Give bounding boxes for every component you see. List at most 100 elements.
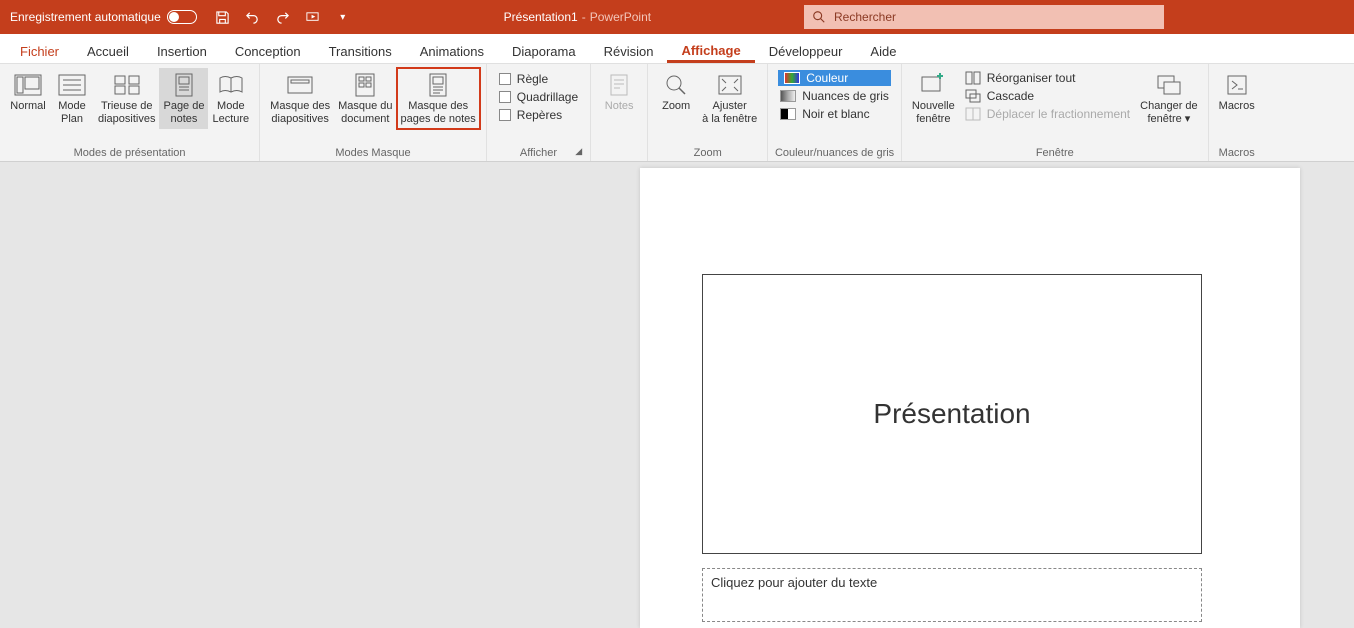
notes-page-button[interactable]: Page de notes (159, 68, 208, 129)
ribbon: Normal Mode Plan Trieuse de diapositives… (0, 64, 1354, 162)
notes-master-label: Masque des pages de notes (401, 100, 476, 125)
reading-view-label: Mode Lecture (212, 100, 249, 125)
undo-icon[interactable] (245, 9, 261, 25)
tab-insert[interactable]: Insertion (143, 38, 221, 63)
switch-windows-button[interactable]: Changer de fenêtre ▾ (1136, 68, 1202, 129)
zoom-button[interactable]: Zoom (654, 68, 698, 117)
window-title: Présentation1 - PowerPoint (351, 10, 804, 24)
notes-button: Notes (597, 68, 641, 117)
group-window: Nouvelle fenêtre Réorganiser tout Cascad… (902, 64, 1209, 161)
handout-master-button[interactable]: Masque du document (334, 68, 396, 129)
tab-review[interactable]: Révision (590, 38, 668, 63)
notes-page[interactable]: Présentation Cliquez pour ajouter du tex… (640, 168, 1300, 628)
group-presentation-views: Normal Mode Plan Trieuse de diapositives… (0, 64, 260, 161)
group-label-zoom: Zoom (654, 145, 761, 159)
ruler-checkbox[interactable]: Règle (499, 72, 578, 86)
bw-swatch-icon (780, 108, 796, 120)
macros-label: Macros (1219, 100, 1255, 113)
arrange-all-label: Réorganiser tout (987, 71, 1076, 85)
checkbox-icon (499, 91, 511, 103)
search-box[interactable]: Rechercher (804, 5, 1164, 29)
notes-page-label: Page de notes (163, 100, 204, 125)
dialog-launcher-icon[interactable]: ◢ (575, 146, 582, 157)
handout-master-icon (349, 72, 381, 98)
group-label-macros: Macros (1215, 145, 1259, 159)
outline-view-button[interactable]: Mode Plan (50, 68, 94, 129)
tab-developer[interactable]: Développeur (755, 38, 857, 63)
slide-sorter-button[interactable]: Trieuse de diapositives (94, 68, 159, 129)
slide-master-button[interactable]: Masque des diapositives (266, 68, 334, 129)
arrange-all-icon (965, 71, 981, 85)
notes-master-button[interactable]: Masque des pages de notes (397, 68, 480, 129)
handout-master-label: Masque du document (338, 100, 392, 125)
group-zoom: Zoom Ajuster à la fenêtre Zoom (648, 64, 768, 161)
cascade-icon (965, 89, 981, 103)
grayscale-button[interactable]: Nuances de gris (778, 88, 891, 104)
normal-view-button[interactable]: Normal (6, 68, 50, 117)
macros-icon (1221, 72, 1253, 98)
guides-checkbox[interactable]: Repères (499, 108, 578, 122)
ribbon-tabs: Fichier Accueil Insertion Conception Tra… (0, 34, 1354, 64)
fit-to-window-button[interactable]: Ajuster à la fenêtre (698, 68, 761, 129)
group-notes: Notes (591, 64, 648, 161)
title-bar: Enregistrement automatique ▾ Présentatio… (0, 0, 1354, 34)
arrange-all-button[interactable]: Réorganiser tout (963, 70, 1132, 86)
move-split-icon (965, 107, 981, 121)
reading-view-icon (215, 72, 247, 98)
notes-text-placeholder[interactable]: Cliquez pour ajouter du texte (702, 568, 1202, 622)
new-window-button[interactable]: Nouvelle fenêtre (908, 68, 959, 129)
search-placeholder: Rechercher (834, 10, 896, 24)
checkbox-icon (499, 109, 511, 121)
macros-button[interactable]: Macros (1215, 68, 1259, 117)
qat-more-icon[interactable]: ▾ (335, 9, 351, 25)
gridlines-label: Quadrillage (517, 90, 578, 104)
tab-home[interactable]: Accueil (73, 38, 143, 63)
document-name: Présentation1 (504, 10, 578, 24)
tab-help[interactable]: Aide (856, 38, 910, 63)
autosave-toggle[interactable]: Enregistrement automatique (10, 10, 197, 24)
group-macros: Macros Macros (1209, 64, 1265, 161)
cascade-button[interactable]: Cascade (963, 88, 1132, 104)
group-label-presentation-views: Modes de présentation (6, 145, 253, 159)
new-window-label: Nouvelle fenêtre (912, 100, 955, 125)
outline-view-label: Mode Plan (58, 100, 86, 125)
toggle-switch-icon (167, 10, 197, 24)
zoom-icon (660, 72, 692, 98)
slide-title-text: Présentation (873, 398, 1030, 430)
group-label-color: Couleur/nuances de gris (774, 145, 895, 159)
group-color-grayscale: Couleur Nuances de gris Noir et blanc Co… (768, 64, 902, 161)
group-label-window: Fenêtre (908, 145, 1202, 159)
checkbox-icon (499, 73, 511, 85)
notes-label: Notes (605, 100, 634, 113)
tab-animations[interactable]: Animations (406, 38, 498, 63)
group-label-notes-empty (597, 145, 641, 159)
bw-button[interactable]: Noir et blanc (778, 106, 891, 122)
reading-view-button[interactable]: Mode Lecture (208, 68, 253, 129)
tab-view[interactable]: Affichage (667, 37, 754, 63)
fit-to-window-label: Ajuster à la fenêtre (702, 100, 757, 125)
notes-placeholder-text: Cliquez pour ajouter du texte (711, 575, 877, 590)
save-icon[interactable] (215, 9, 231, 25)
tab-file[interactable]: Fichier (6, 38, 73, 63)
tab-slideshow[interactable]: Diaporama (498, 38, 590, 63)
gridlines-checkbox[interactable]: Quadrillage (499, 90, 578, 104)
editing-canvas[interactable]: Présentation Cliquez pour ajouter du tex… (0, 162, 1354, 626)
slide-master-icon (284, 72, 316, 98)
search-icon (812, 10, 826, 24)
guides-label: Repères (517, 108, 562, 122)
quick-access-toolbar: ▾ (215, 9, 351, 25)
show-label-text: Afficher (520, 147, 557, 159)
notes-page-icon (168, 72, 200, 98)
slide-sorter-label: Trieuse de diapositives (98, 100, 155, 125)
new-window-icon (917, 72, 949, 98)
slideshow-start-icon[interactable] (305, 9, 321, 25)
title-separator: - (582, 10, 586, 24)
notes-master-icon (422, 72, 454, 98)
cascade-label: Cascade (987, 89, 1034, 103)
slide-thumbnail[interactable]: Présentation (702, 274, 1202, 554)
redo-icon[interactable] (275, 9, 291, 25)
color-swatch-icon (784, 72, 800, 84)
color-button[interactable]: Couleur (778, 70, 891, 86)
tab-design[interactable]: Conception (221, 38, 315, 63)
tab-transitions[interactable]: Transitions (315, 38, 406, 63)
